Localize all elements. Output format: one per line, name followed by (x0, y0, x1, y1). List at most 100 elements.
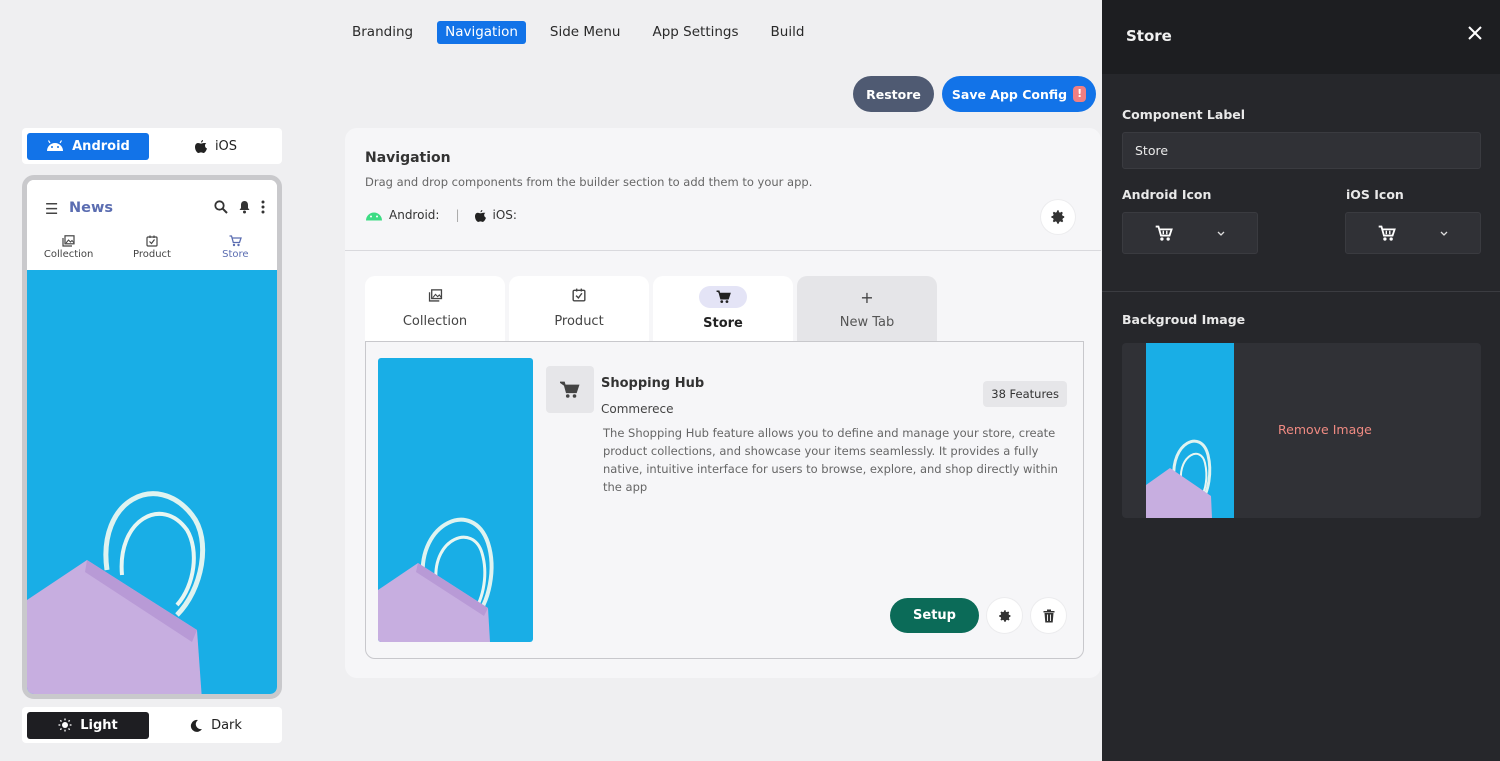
setup-button[interactable]: Setup (890, 598, 979, 633)
navigation-settings-button[interactable] (1041, 200, 1075, 234)
remove-image-link[interactable]: Remove Image (1278, 422, 1372, 437)
phone-tab-label: Store (222, 249, 249, 260)
apple-icon (194, 140, 207, 153)
background-image-box: Remove Image (1122, 343, 1481, 518)
top-tabs: Branding Navigation Side Menu App Settin… (344, 21, 824, 44)
component-tab-store[interactable]: Store (653, 276, 793, 341)
platform-separator: | (455, 208, 460, 222)
search-icon[interactable] (214, 200, 228, 214)
save-button-label: Save App Config (951, 86, 1068, 102)
feature-description: The Shopping Hub feature allows you to d… (603, 426, 1058, 494)
sun-icon (58, 718, 72, 732)
tab-icon-wrap (699, 286, 747, 308)
android-icon-select[interactable] (1122, 212, 1258, 254)
component-tab-label: Collection (402, 313, 468, 329)
ios-platform-label: iOS: (492, 208, 517, 222)
platform-ios-option[interactable]: iOS (155, 133, 277, 160)
navigation-divider (345, 250, 1101, 251)
gear-icon (1051, 210, 1065, 224)
phone-tab-label: Collection (43, 249, 94, 260)
cart-icon (1378, 225, 1396, 241)
tab-navigation[interactable]: Navigation (437, 21, 526, 44)
shopping-bag-illustration (1146, 439, 1212, 518)
panel-divider (1102, 291, 1500, 292)
navigation-subtitle: Drag and drop components from the builde… (365, 175, 813, 189)
product-check-icon (572, 288, 586, 302)
chevron-down-icon (1440, 231, 1448, 236)
close-icon[interactable] (1468, 26, 1482, 40)
trash-icon (1043, 609, 1054, 622)
ios-icon-title: iOS Icon (1346, 187, 1404, 202)
navigation-title: Navigation (365, 150, 451, 166)
theme-toggle: Light Dark (22, 707, 282, 743)
phone-app-header: ☰ News Collection Product Store (27, 180, 277, 270)
component-settings-panel: Store Component Label Android Icon iOS I… (1102, 0, 1500, 761)
component-tab-label: New Tab (839, 314, 895, 330)
theme-dark-option[interactable]: Dark (155, 712, 277, 739)
tab-side-menu[interactable]: Side Menu (542, 21, 629, 44)
plus-icon: + (860, 287, 874, 307)
theme-dark-label: Dark (211, 717, 242, 733)
platform-toggle: Android iOS (22, 128, 282, 164)
android-icon-title: Android Icon (1122, 187, 1212, 202)
component-tab-label: Product (554, 314, 604, 329)
cart-icon (716, 290, 731, 303)
save-app-config-button[interactable]: Save App Config ! (942, 76, 1096, 112)
chevron-down-icon (1217, 231, 1225, 236)
platform-ios-label: iOS (214, 138, 238, 154)
component-tab-collection[interactable]: Collection (365, 276, 505, 341)
tab-build[interactable]: Build (763, 21, 813, 44)
cart-icon (1155, 225, 1173, 241)
phone-tab-store[interactable]: Store (194, 235, 277, 260)
navigation-platforms: Android: | iOS: (365, 208, 517, 222)
bell-icon[interactable] (238, 200, 251, 214)
phone-tab-collection[interactable]: Collection (27, 235, 110, 260)
restore-button[interactable]: Restore (853, 76, 934, 112)
tab-icon-wrap (572, 288, 586, 306)
background-image-thumbnail (1146, 343, 1234, 518)
delete-feature-button[interactable] (1031, 598, 1066, 633)
moon-icon (190, 719, 203, 732)
shopping-bag-illustration (378, 517, 494, 642)
ios-icon-select[interactable] (1345, 212, 1481, 254)
phone-app-title: News (69, 200, 113, 216)
tab-branding[interactable]: Branding (344, 21, 421, 44)
component-tabs: Collection Product Store + New Tab (365, 276, 937, 341)
phone-tab-product[interactable]: Product (110, 235, 193, 260)
gear-icon (998, 609, 1010, 622)
tab-icon-wrap (428, 288, 443, 306)
cart-icon (560, 381, 580, 398)
phone-preview: ☰ News Collection Product Store (22, 175, 282, 699)
component-label-input[interactable] (1122, 132, 1481, 169)
gallery-icon (428, 288, 442, 302)
gallery-icon (62, 235, 75, 247)
apple-icon (475, 209, 487, 222)
theme-light-option[interactable]: Light (27, 711, 149, 739)
android-icon (47, 140, 64, 151)
cart-icon (229, 235, 242, 247)
more-vertical-icon[interactable] (261, 200, 265, 214)
component-tab-product[interactable]: Product (509, 276, 649, 341)
new-tab-button[interactable]: + New Tab (797, 276, 937, 341)
component-label-title: Component Label (1122, 107, 1246, 122)
tab-app-settings[interactable]: App Settings (644, 21, 746, 44)
phone-tab-label: Product (133, 249, 171, 260)
theme-light-label: Light (80, 717, 118, 733)
product-check-icon (146, 235, 158, 247)
feature-name: Shopping Hub (601, 376, 705, 391)
platform-android-label: Android (72, 138, 130, 154)
phone-background-image (27, 270, 277, 694)
hamburger-menu-icon[interactable]: ☰ (45, 200, 58, 218)
feature-settings-button[interactable] (987, 598, 1022, 633)
feature-category: Commerece (601, 402, 674, 416)
phone-tab-bar: Collection Product Store (27, 235, 277, 260)
unsaved-warning-badge: ! (1073, 86, 1087, 102)
phone-header-actions (214, 200, 265, 214)
platform-android-option[interactable]: Android (27, 132, 149, 160)
android-platform-label: Android: (389, 208, 440, 222)
feature-icon-box (546, 366, 594, 413)
shopping-bag-illustration (27, 491, 206, 694)
feature-preview-image (378, 358, 533, 642)
panel-header: Store (1102, 0, 1500, 74)
component-tab-label: Store (703, 316, 743, 331)
